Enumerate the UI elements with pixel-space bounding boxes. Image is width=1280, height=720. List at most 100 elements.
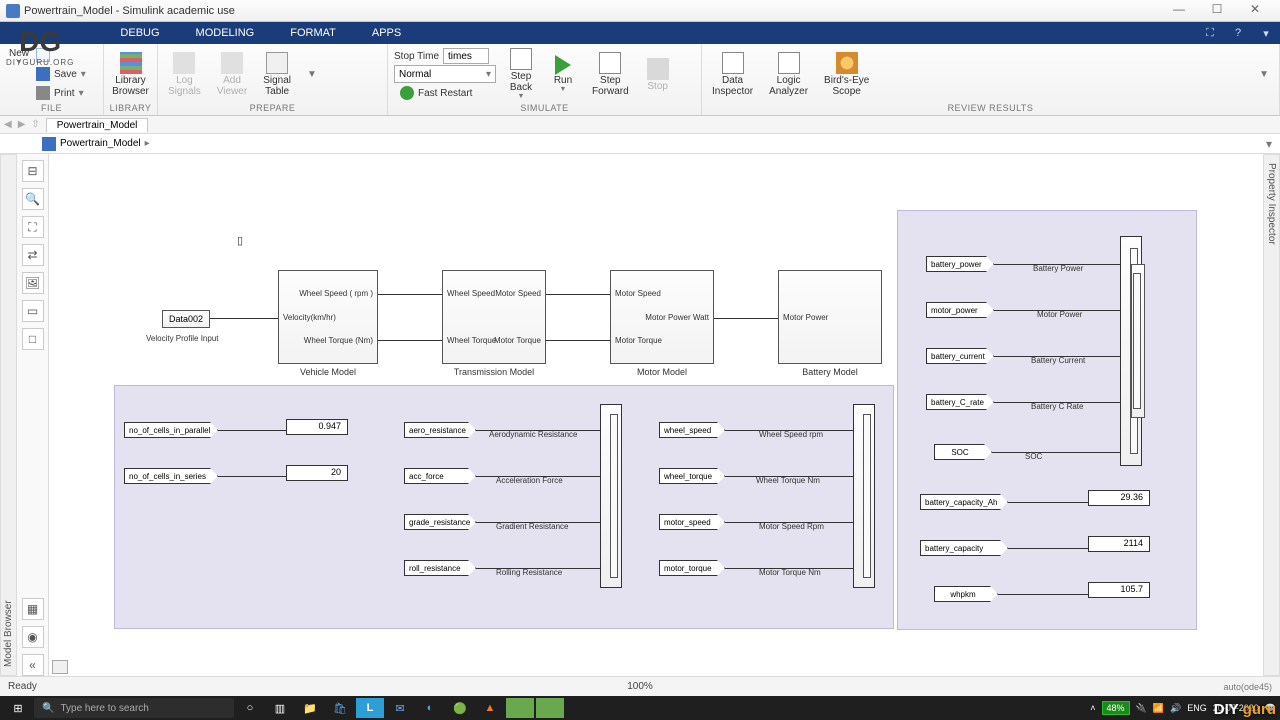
power-icon[interactable]: 🔌 (1136, 703, 1147, 714)
prepare-more-button[interactable]: ▼ (301, 46, 323, 103)
maximize-button[interactable]: ☐ (1198, 2, 1236, 20)
tab-modeling[interactable]: MODELING (178, 22, 273, 44)
display-cells-series[interactable]: 20 (286, 465, 348, 481)
chrome-icon[interactable]: 🟢 (446, 698, 474, 718)
task-view-icon[interactable]: ▥ (266, 698, 294, 718)
camtasia2-icon[interactable] (536, 698, 564, 718)
tray-expand-icon[interactable]: ˄ (1090, 703, 1095, 713)
library-browser-button[interactable]: Library Browser (108, 46, 153, 103)
palette-empty-button[interactable]: □ (22, 328, 44, 350)
step-back-button[interactable]: Step Back▼ (502, 46, 540, 103)
battery-icon[interactable]: 48% (1102, 701, 1130, 715)
breadcrumb-root[interactable]: Powertrain_Model (60, 138, 141, 149)
breadcrumb-dropdown[interactable]: ▾ (1266, 137, 1272, 151)
logic-analyzer-button[interactable]: Logic Analyzer (763, 46, 814, 103)
model-up-button[interactable]: ⇧ (31, 119, 39, 130)
from-tag-acc[interactable]: acc_force (404, 468, 476, 484)
scope-drivetrain[interactable] (853, 404, 875, 588)
from-tag-battery-cap[interactable]: battery_capacity (920, 540, 1008, 556)
from-tag-aero[interactable]: aero_resistance (404, 422, 476, 438)
print-button[interactable]: Print▾ (30, 84, 99, 102)
subsystem-battery-model[interactable]: Motor Power Battery Model (778, 270, 882, 364)
model-back-button[interactable]: ◀ (4, 119, 12, 130)
step-forward-button[interactable]: Step Forward (586, 46, 635, 103)
tab-debug[interactable]: DEBUG (102, 22, 177, 44)
status-zoom[interactable]: 100% (627, 681, 653, 692)
minimize-button[interactable]: — (1160, 2, 1198, 20)
from-tag-wheel-speed[interactable]: wheel_speed (659, 422, 725, 438)
annotation-region-right[interactable] (897, 210, 1197, 630)
app-l-icon[interactable]: L (356, 698, 384, 718)
store-icon[interactable]: 🛍 (326, 698, 354, 718)
log-signals-button[interactable]: Log Signals (162, 46, 207, 103)
add-viewer-button[interactable]: Add Viewer (211, 46, 253, 103)
from-tag-battery-current[interactable]: battery_current (926, 348, 994, 364)
close-button[interactable]: ✕ (1236, 2, 1274, 20)
palette-zoom-button[interactable]: 🔍 (22, 188, 44, 210)
palette-hide-button[interactable]: ⊟ (22, 160, 44, 182)
subsystem-motor-model[interactable]: Motor Speed Motor Torque Motor Power Wat… (610, 270, 714, 364)
taskbar-search[interactable]: 🔍Type here to search (34, 698, 234, 718)
from-tag-motor-power[interactable]: motor_power (926, 302, 994, 318)
fullscreen-button[interactable]: ⛶ (1196, 22, 1224, 44)
stop-button[interactable]: Stop (639, 46, 677, 103)
palette-collapse-button[interactable]: « (22, 654, 44, 676)
from-tag-cells-series[interactable]: no_of_cells_in_series (124, 468, 218, 484)
from-tag-motor-speed[interactable]: motor_speed (659, 514, 725, 530)
from-tag-motor-torque[interactable]: motor_torque (659, 560, 725, 576)
from-tag-roll[interactable]: roll_resistance (404, 560, 476, 576)
cortana-icon[interactable]: ○ (236, 698, 264, 718)
palette-fit-button[interactable]: ⛶ (22, 216, 44, 238)
collapse-ribbon-button[interactable]: ▾ (1252, 22, 1280, 44)
signal-table-button[interactable]: Signal Table (257, 46, 297, 103)
model-forward-button[interactable]: ▶ (18, 119, 26, 130)
tab-format[interactable]: FORMAT (272, 22, 354, 44)
open-dropdown[interactable] (30, 46, 99, 64)
run-button[interactable]: Run▼ (544, 46, 582, 103)
model-browser-tab[interactable]: Model Browser (0, 154, 17, 676)
help-button[interactable]: ? (1224, 22, 1252, 44)
model-status-box[interactable] (52, 660, 68, 674)
from-tag-battery-cap-ah[interactable]: battery_capacity_Ah (920, 494, 1008, 510)
scope-battery-inner[interactable] (1131, 264, 1145, 418)
explorer-icon[interactable]: 📁 (296, 698, 324, 718)
from-tag-grade[interactable]: grade_resistance (404, 514, 476, 530)
display-cells-parallel[interactable]: 0.947 (286, 419, 348, 435)
stop-time-field[interactable]: Stop Timetimes (394, 48, 496, 64)
from-tag-whpkm[interactable]: whpkm (934, 586, 998, 602)
property-inspector-tab[interactable]: Property Inspector (1263, 154, 1280, 676)
palette-area-button[interactable]: ▭ (22, 300, 44, 322)
fast-restart-button[interactable]: Fast Restart (394, 84, 496, 102)
scope-resistances[interactable] (600, 404, 622, 588)
new-button[interactable]: New▼ (6, 48, 32, 67)
palette-browser-button[interactable]: ▦ (22, 598, 44, 620)
from-tag-soc[interactable]: SOC (934, 444, 992, 460)
display-whpkm[interactable]: 105.7 (1088, 582, 1150, 598)
matlab-icon[interactable]: ▲ (476, 698, 504, 718)
birds-eye-scope-button[interactable]: Bird's-Eye Scope (818, 46, 875, 103)
from-workspace-block[interactable]: Data002 (162, 310, 210, 328)
from-tag-battery-power[interactable]: battery_power (926, 256, 994, 272)
display-battery-cap[interactable]: 2114 (1088, 536, 1150, 552)
wifi-icon[interactable]: 📶 (1153, 703, 1164, 714)
from-tag-battery-crate[interactable]: battery_C_rate (926, 394, 994, 410)
language-icon[interactable]: ENG (1187, 703, 1207, 713)
save-button[interactable]: Save▾ (30, 65, 99, 83)
palette-record-button[interactable]: ◉ (22, 626, 44, 648)
annotation-region-left[interactable] (114, 385, 894, 629)
display-battery-cap-ah[interactable]: 29.36 (1088, 490, 1150, 506)
canvas[interactable]: ▯ Data002 Velocity Profile Input Velocit… (49, 154, 1263, 676)
sim-mode-select[interactable]: Normal▾ (394, 65, 496, 83)
subsystem-vehicle-model[interactable]: Velocity(km/hr) Wheel Speed ( rpm ) Whee… (278, 270, 378, 364)
volume-icon[interactable]: 🔊 (1170, 703, 1181, 714)
from-tag-cells-parallel[interactable]: no_of_cells_in_parallel (124, 422, 218, 438)
edge-icon[interactable]: ◐ (416, 698, 444, 718)
data-inspector-button[interactable]: Data Inspector (706, 46, 759, 103)
model-tab[interactable]: Powertrain_Model (46, 118, 149, 132)
palette-route-button[interactable]: ⇄ (22, 244, 44, 266)
review-more-button[interactable]: ▼ (1253, 46, 1275, 103)
start-button[interactable]: ⊞ (4, 698, 32, 718)
camtasia-icon[interactable] (506, 698, 534, 718)
subsystem-transmission-model[interactable]: Wheel Speed Wheel Torque Motor Speed Mot… (442, 270, 546, 364)
tab-apps[interactable]: APPS (354, 22, 419, 44)
